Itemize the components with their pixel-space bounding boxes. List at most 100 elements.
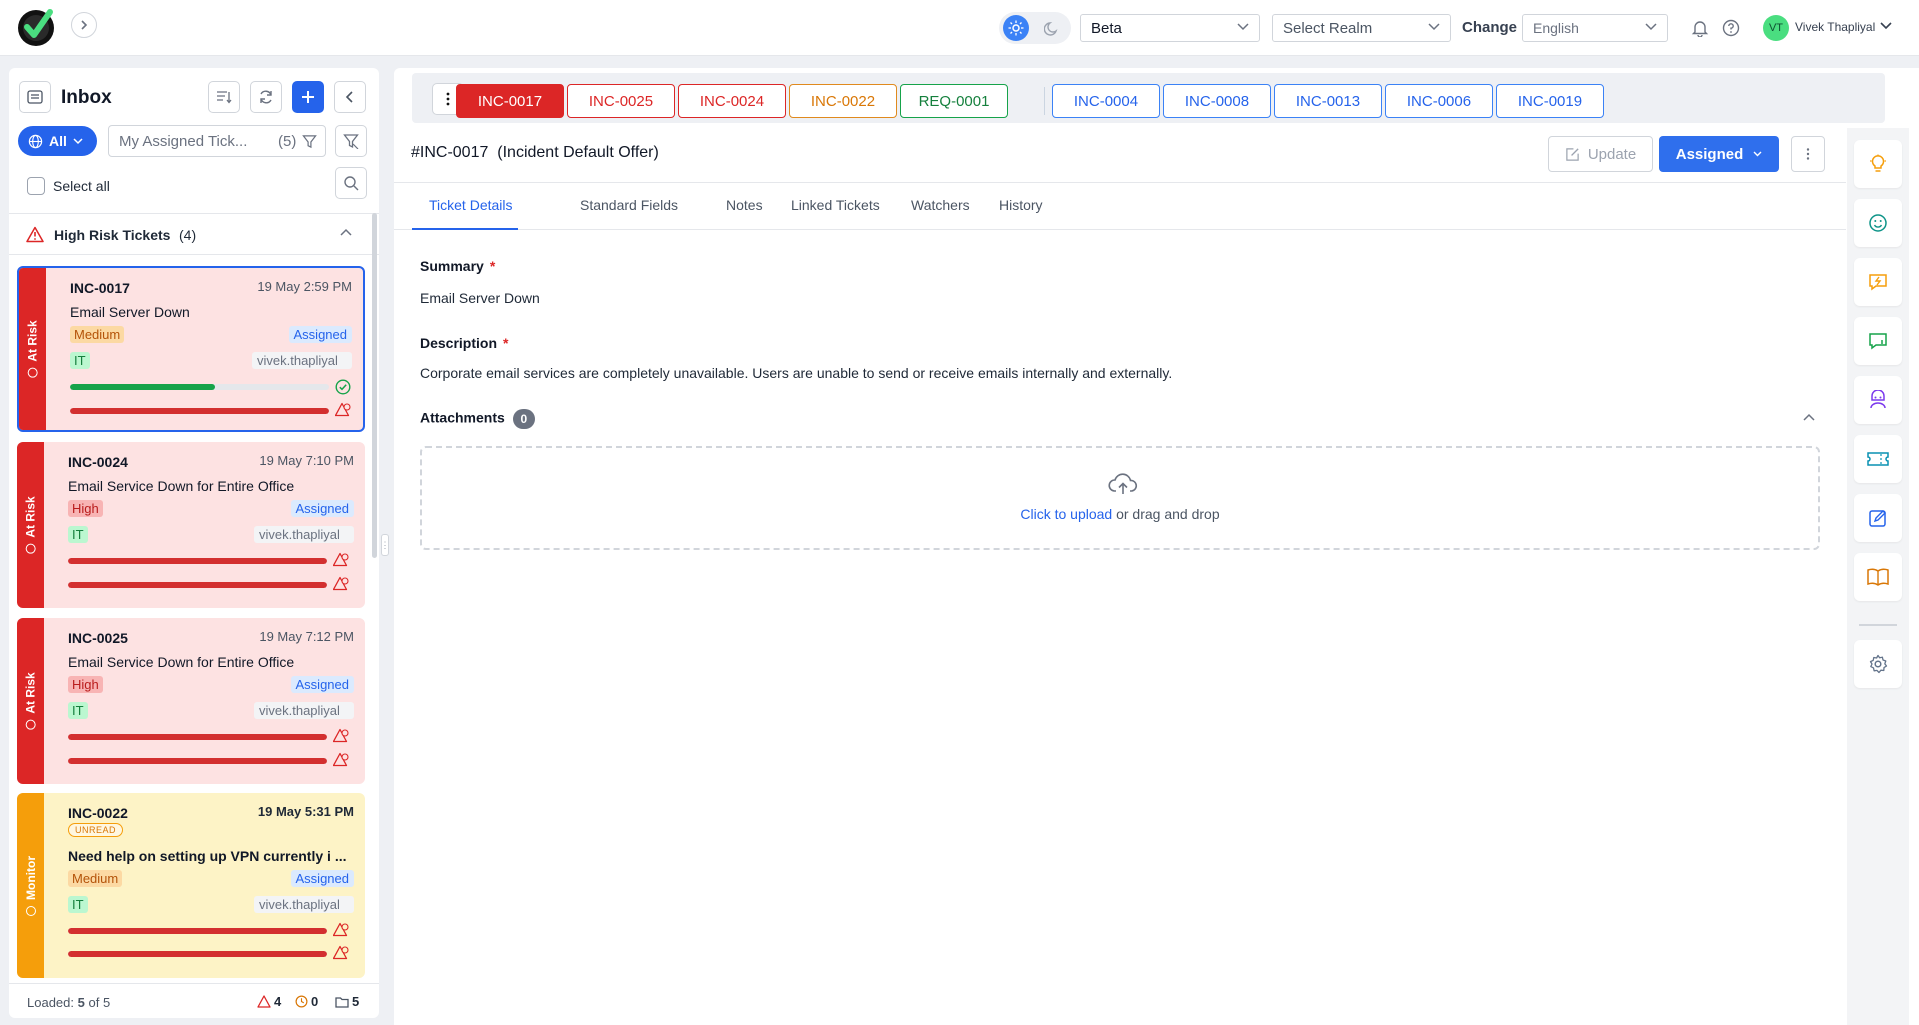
status-badge: Assigned xyxy=(290,870,354,887)
upload-link[interactable]: Click to upload xyxy=(1020,506,1112,522)
saved-filter-select[interactable]: My Assigned Tick... (5) xyxy=(108,125,326,157)
refresh-icon xyxy=(260,90,272,104)
group-badge: IT xyxy=(68,896,88,913)
menu-button[interactable] xyxy=(19,81,51,113)
response-sla-fill xyxy=(68,734,327,740)
ticket-card[interactable]: Monitor INC-0022 19 May 5:31 PM UNREAD N… xyxy=(17,793,365,978)
change-label[interactable]: Change xyxy=(1462,19,1517,36)
ticket-more-button[interactable] xyxy=(1791,136,1825,172)
sun-icon[interactable] xyxy=(1003,15,1029,41)
tab-inc-0019[interactable]: INC-0019 xyxy=(1496,84,1604,118)
environment-select[interactable]: Beta xyxy=(1080,14,1260,42)
lightbulb-icon[interactable] xyxy=(1854,140,1902,188)
ticket-icon[interactable] xyxy=(1854,435,1902,483)
moon-icon[interactable] xyxy=(1039,15,1065,41)
clear-filter-button[interactable] xyxy=(335,125,367,157)
rail-separator xyxy=(1859,624,1897,626)
risk-flag: At Risk xyxy=(17,442,44,608)
check-circle-icon xyxy=(335,379,351,395)
tab-standard-fields[interactable]: Standard Fields xyxy=(580,197,678,213)
tab-inc-0022[interactable]: INC-0022 xyxy=(789,84,897,118)
theme-toggle[interactable] xyxy=(999,12,1071,44)
search-button[interactable] xyxy=(335,167,367,199)
high-risk-section-header[interactable]: High Risk Tickets (4) xyxy=(9,213,379,255)
assignee-badge: vivek.thapliyal xyxy=(254,896,354,913)
panel-resize-handle[interactable]: ⋮ xyxy=(381,534,390,556)
tab-history[interactable]: History xyxy=(999,197,1043,213)
risk-flag-label: At Risk xyxy=(25,320,40,362)
plus-icon xyxy=(302,91,314,103)
description-value: Corporate email services are completely … xyxy=(420,365,1173,381)
language-select[interactable]: English xyxy=(1522,14,1668,42)
sort-button[interactable] xyxy=(208,81,240,113)
select-all-checkbox[interactable] xyxy=(27,177,45,195)
chevron-down-icon[interactable] xyxy=(1880,22,1892,30)
clock-icon xyxy=(295,995,308,1008)
chat-alert-icon[interactable] xyxy=(1854,258,1902,306)
folder-count-value: 5 xyxy=(352,994,360,1009)
tab-ticket-details[interactable]: Ticket Details xyxy=(429,197,513,213)
help-icon[interactable] xyxy=(1720,17,1742,39)
tab-inc-0017[interactable]: INC-0017 xyxy=(456,84,564,118)
pending-count-value: 0 xyxy=(311,994,319,1009)
avatar[interactable]: VT xyxy=(1763,15,1789,41)
ticket-date: 19 May 5:31 PM xyxy=(257,804,354,819)
monitor-flag-label: Monitor xyxy=(23,855,38,900)
inbox-panel: Inbox All My Assigned Tick... (5) Select… xyxy=(9,68,379,1018)
priority-badge: Medium xyxy=(70,326,125,343)
resolution-sla-bar xyxy=(70,408,329,414)
expand-sidebar-button[interactable] xyxy=(71,12,97,38)
update-button[interactable]: Update xyxy=(1548,136,1653,172)
resolution-sla-fill xyxy=(68,951,327,957)
ticket-id: INC-0017 xyxy=(70,280,130,296)
warning-clock-icon xyxy=(333,752,349,767)
inbox-scrollbar[interactable] xyxy=(372,213,377,558)
refresh-button[interactable] xyxy=(250,81,282,113)
edit-box-icon[interactable] xyxy=(1854,494,1902,542)
chevron-down-icon xyxy=(1237,23,1249,31)
summary-value: Email Server Down xyxy=(420,290,540,306)
app-logo-icon[interactable] xyxy=(16,6,58,48)
required-mark: * xyxy=(503,335,509,351)
loaded-of: of 5 xyxy=(88,995,111,1010)
tab-inc-0025[interactable]: INC-0025 xyxy=(567,84,675,118)
ticket-card[interactable]: At Risk INC-0025 19 May 7:12 PM Email Se… xyxy=(17,618,365,784)
response-sla-bar xyxy=(68,558,327,564)
user-name[interactable]: Vivek Thapliyal xyxy=(1795,20,1875,34)
risk-flag-label: At Risk xyxy=(23,496,38,538)
attachment-dropzone[interactable]: Click to upload or drag and drop xyxy=(420,446,1820,550)
gear-icon[interactable] xyxy=(1854,640,1902,688)
select-all-label[interactable]: Select all xyxy=(53,178,110,194)
ticket-card[interactable]: At Risk INC-0024 19 May 7:10 PM Email Se… xyxy=(17,442,365,608)
collapse-panel-button[interactable] xyxy=(334,81,366,113)
ticket-id: INC-0025 xyxy=(68,630,128,646)
tab-req-0001[interactable]: REQ-0001 xyxy=(900,84,1008,118)
scope-all-button[interactable]: All xyxy=(18,126,97,156)
warning-clock-icon xyxy=(333,552,349,567)
resolution-sla-bar xyxy=(68,951,327,957)
tab-notes[interactable]: Notes xyxy=(726,197,763,213)
chat-flag-icon[interactable] xyxy=(1854,317,1902,365)
tab-inc-0024[interactable]: INC-0024 xyxy=(678,84,786,118)
update-label: Update xyxy=(1587,145,1637,163)
tab-inc-0013[interactable]: INC-0013 xyxy=(1274,84,1382,118)
book-icon[interactable] xyxy=(1854,553,1902,601)
warning-clock-icon xyxy=(333,922,349,937)
chevron-down-icon xyxy=(1645,23,1657,31)
add-ticket-button[interactable] xyxy=(292,81,324,113)
response-sla-fill xyxy=(70,384,216,390)
ticket-card[interactable]: At Risk INC-0017 19 May 2:59 PM Email Se… xyxy=(17,266,365,432)
smiley-icon[interactable] xyxy=(1854,199,1902,247)
tab-inc-0008[interactable]: INC-0008 xyxy=(1163,84,1271,118)
chevron-right-icon xyxy=(81,20,88,30)
tab-inc-0006[interactable]: INC-0006 xyxy=(1385,84,1493,118)
tab-linked-tickets[interactable]: Linked Tickets xyxy=(791,197,880,213)
status-dropdown-button[interactable]: Assigned xyxy=(1659,136,1779,172)
robot-icon[interactable] xyxy=(1854,376,1902,424)
realm-select[interactable]: Select Realm xyxy=(1272,14,1451,42)
tab-inc-0004[interactable]: INC-0004 xyxy=(1052,84,1160,118)
bell-icon[interactable] xyxy=(1689,17,1711,39)
chevron-up-icon[interactable] xyxy=(1803,413,1815,421)
tab-watchers[interactable]: Watchers xyxy=(911,197,970,213)
loaded-count: 5 xyxy=(77,995,85,1010)
